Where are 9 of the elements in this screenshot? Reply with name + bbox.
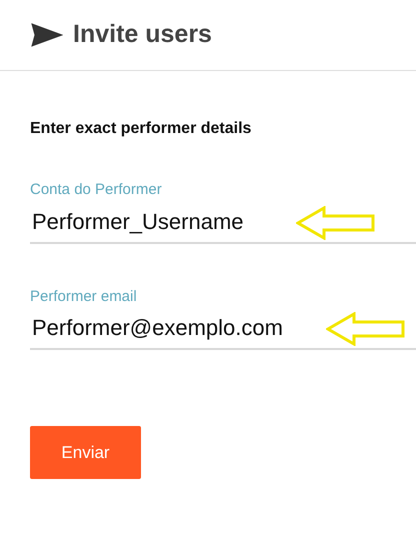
field-label: Conta do Performer — [30, 180, 163, 200]
field-label: Performer email — [30, 286, 138, 306]
input-field[interactable]: Performer_Username — [30, 202, 416, 242]
send-icon — [31, 23, 63, 47]
input-field[interactable]: Performer@exemplo.com — [30, 308, 416, 348]
page-title: Invite users — [73, 19, 212, 50]
arrow-icon — [326, 312, 406, 346]
section-heading: Enter exact performer details — [30, 119, 252, 139]
arrow-icon — [296, 206, 376, 240]
